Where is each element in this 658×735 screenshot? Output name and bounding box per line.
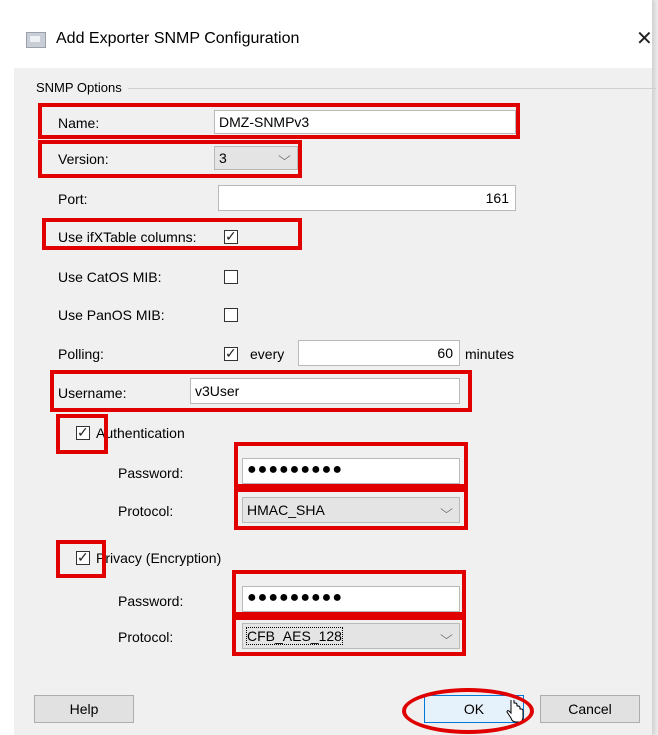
chevron-down-icon: ⌵ (440, 628, 453, 642)
version-select[interactable]: 3 ⌵ (214, 146, 298, 170)
privacy-protocol-value: CFB_AES_128 (243, 624, 459, 647)
privacy-password-mask: ●●●●●●●●● (247, 589, 343, 606)
cancel-button[interactable]: Cancel (540, 695, 640, 723)
authentication-label: Authentication (96, 425, 185, 441)
auth-password-mask: ●●●●●●●●● (247, 461, 343, 478)
auth-password-label: Password: (118, 465, 184, 481)
port-value: 161 (485, 190, 509, 206)
polling-unit-label: minutes (465, 346, 515, 362)
polling-every-label: every (250, 346, 285, 362)
name-label: Name: (58, 115, 100, 131)
dialog-window: Add Exporter SNMP Configuration ✕ SNMP O… (0, 0, 656, 735)
window-title: Add Exporter SNMP Configuration (56, 30, 300, 47)
check-icon: ✓ (77, 424, 89, 440)
group-label: SNMP Options (36, 80, 128, 95)
name-input[interactable]: DMZ-SNMPv3 (214, 110, 516, 134)
version-label: Version: (58, 151, 109, 167)
auth-protocol-select[interactable]: HMAC_SHA ⌵ (242, 497, 460, 523)
polling-interval-value: 60 (437, 345, 453, 361)
privacy-password-input[interactable]: ●●●●●●●●● (242, 586, 460, 612)
privacy-protocol-select[interactable]: CFB_AES_128 ⌵ (242, 623, 460, 649)
catos-label: Use CatOS MIB: (58, 269, 162, 285)
app-icon (26, 32, 46, 48)
polling-label: Polling: (58, 346, 104, 362)
chevron-down-icon: ⌵ (440, 502, 453, 516)
help-button[interactable]: Help (34, 695, 134, 723)
privacy-protocol-label: Protocol: (118, 629, 174, 645)
username-value: v3User (195, 383, 240, 399)
polling-interval-input[interactable]: 60 (298, 340, 460, 366)
privacy-protocol-text: CFB_AES_128 (246, 627, 343, 645)
polling-checkbox[interactable]: ✓ (224, 345, 238, 361)
ifxtable-label: Use ifXTable columns: (58, 229, 197, 245)
authentication-checkbox[interactable]: ✓ (76, 424, 90, 440)
check-icon: ✓ (225, 228, 237, 244)
auth-protocol-label: Protocol: (118, 503, 174, 519)
pointer-hand-icon (506, 698, 524, 727)
group-divider (36, 88, 656, 89)
privacy-label: Privacy (Encryption) (96, 550, 222, 566)
port-label: Port: (58, 191, 88, 207)
chevron-down-icon: ⌵ (278, 149, 291, 163)
username-label: Username: (58, 385, 127, 401)
check-icon: ✓ (225, 345, 237, 361)
auth-protocol-value: HMAC_SHA (247, 502, 325, 518)
privacy-password-label: Password: (118, 593, 184, 609)
ifxtable-checkbox[interactable]: ✓ (224, 228, 238, 244)
username-input[interactable]: v3User (190, 378, 460, 404)
check-icon: ✓ (77, 549, 89, 565)
privacy-checkbox[interactable]: ✓ (76, 549, 90, 565)
catos-checkbox[interactable] (224, 270, 238, 284)
close-icon[interactable]: ✕ (636, 26, 653, 51)
auth-password-input[interactable]: ●●●●●●●●● (242, 458, 460, 484)
panos-label: Use PanOS MIB: (58, 307, 165, 323)
panos-checkbox[interactable] (224, 308, 238, 322)
port-input[interactable]: 161 (218, 185, 516, 211)
name-value: DMZ-SNMPv3 (219, 114, 310, 130)
